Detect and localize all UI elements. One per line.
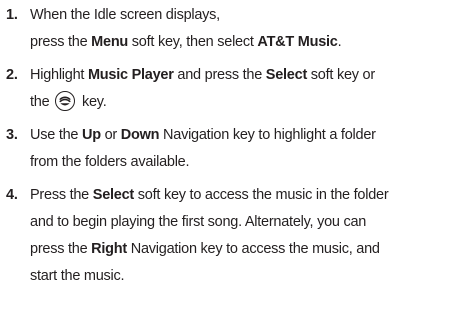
step-line: Use the Up or Down Navigation key to hig… bbox=[30, 122, 460, 149]
step-text: or bbox=[100, 127, 121, 143]
down-term: Down bbox=[120, 127, 160, 143]
step-1: 1. When the Idle screen displays, press … bbox=[0, 2, 460, 56]
step-text: soft key, then select bbox=[128, 34, 258, 50]
step-2: 2. Highlight Music Player and press the … bbox=[0, 62, 460, 116]
step-text: and press the bbox=[173, 67, 266, 83]
step-text: . bbox=[337, 34, 342, 50]
step-text: the bbox=[30, 94, 54, 110]
step-text: Navigation key to access the music, and bbox=[126, 241, 380, 257]
step-line: Highlight Music Player and press the Sel… bbox=[30, 62, 460, 89]
step-text: Press the bbox=[30, 187, 93, 203]
step-text: press the bbox=[30, 241, 92, 257]
step-line: start the music. bbox=[30, 263, 460, 290]
select-term: Select bbox=[265, 67, 308, 83]
up-term: Up bbox=[82, 127, 101, 143]
step-line: When the Idle screen displays, bbox=[30, 2, 460, 29]
step-line: and to begin playing the first song. Alt… bbox=[30, 209, 460, 236]
menu-term: Menu bbox=[91, 34, 129, 50]
instruction-steps: 1. When the Idle screen displays, press … bbox=[0, 2, 460, 290]
music-player-term: Music Player bbox=[87, 67, 174, 83]
att-music-term: AT&T Music bbox=[257, 34, 338, 50]
step-4: 4. Press the Select soft key to access t… bbox=[0, 182, 460, 290]
step-line: press the Menu soft key, then select AT&… bbox=[30, 29, 460, 56]
step-number: 1. bbox=[6, 7, 18, 23]
step-text: key. bbox=[78, 94, 107, 110]
step-text: and to begin playing the first song. Alt… bbox=[30, 214, 367, 230]
step-text: Highlight bbox=[30, 67, 88, 83]
step-text: soft key to access the music in the fold… bbox=[134, 187, 389, 203]
step-number: 3. bbox=[6, 127, 18, 143]
step-text: from the folders available. bbox=[30, 154, 190, 170]
step-3: 3. Use the Up or Down Navigation key to … bbox=[0, 122, 460, 176]
step-text: soft key or bbox=[307, 67, 375, 83]
step-text: Navigation key to highlight a folder bbox=[159, 127, 376, 143]
step-line: the key. bbox=[30, 89, 460, 116]
step-number: 4. bbox=[6, 187, 18, 203]
step-line: from the folders available. bbox=[30, 149, 460, 176]
select-key-icon bbox=[55, 91, 76, 111]
right-term: Right bbox=[91, 241, 127, 257]
step-text: start the music. bbox=[30, 268, 125, 284]
select-term: Select bbox=[92, 187, 135, 203]
step-text: press the bbox=[30, 34, 92, 50]
step-line: Press the Select soft key to access the … bbox=[30, 182, 460, 209]
step-text: Use the bbox=[30, 127, 82, 143]
step-number: 2. bbox=[6, 67, 18, 83]
step-text: When the Idle screen displays, bbox=[30, 7, 220, 23]
step-line: press the Right Navigation key to access… bbox=[30, 236, 460, 263]
